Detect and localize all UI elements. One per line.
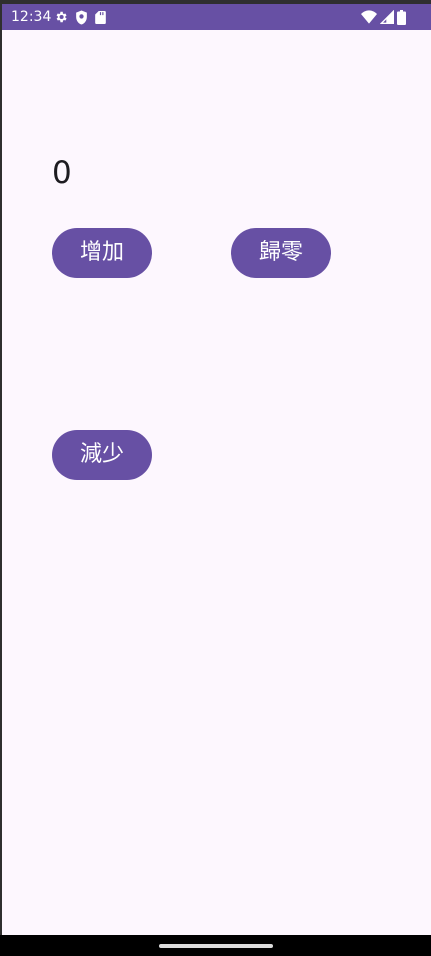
sd-card-icon — [95, 10, 106, 24]
reset-button[interactable]: 歸零 — [231, 228, 331, 278]
shield-icon — [75, 10, 88, 25]
navigation-bar — [0, 935, 431, 956]
battery-icon — [397, 9, 406, 25]
home-gesture-handle[interactable] — [159, 944, 273, 948]
device-frame: 12:34 0 增加 歸零 減少 — [0, 0, 431, 956]
settings-icon — [54, 10, 68, 24]
status-bar: 12:34 — [2, 4, 431, 30]
decrease-button[interactable]: 減少 — [52, 430, 152, 480]
status-right-icons — [361, 9, 406, 25]
wifi-icon — [361, 10, 377, 24]
cellular-signal-icon — [380, 10, 394, 24]
status-left-icons — [54, 9, 106, 25]
status-time: 12:34 — [11, 9, 52, 25]
increase-button[interactable]: 增加 — [52, 228, 152, 278]
counter-value: 0 — [52, 155, 72, 191]
app-screen: 0 增加 歸零 減少 — [2, 30, 431, 935]
